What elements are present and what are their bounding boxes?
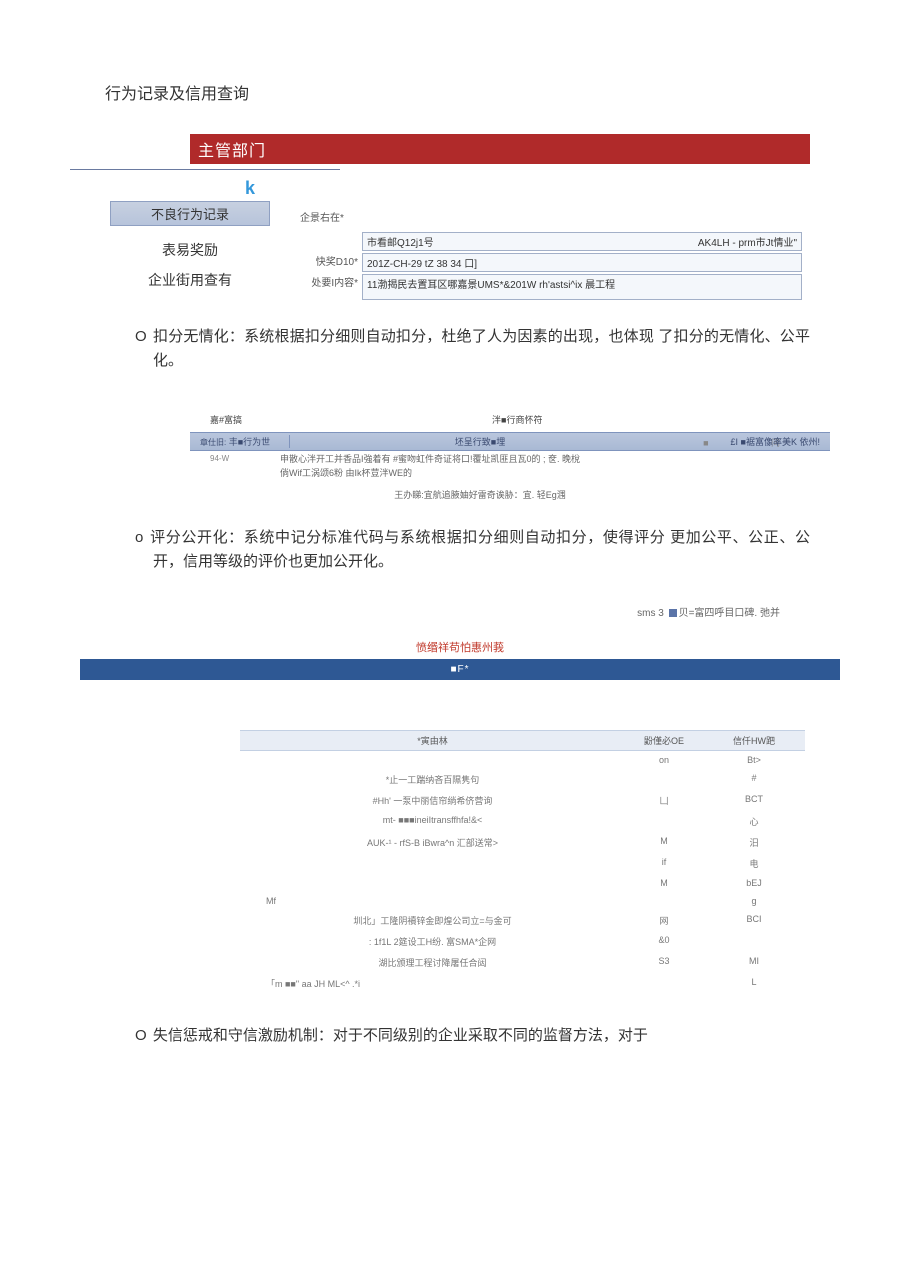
input-row2[interactable]: 201Z-CH-29 tZ 38 34 口] xyxy=(362,253,802,272)
table-row: : 1f1L 2筵设工H纷. 富SMA*企网&0 xyxy=(240,931,805,952)
mini1-bar-c1: 丰■行为世 xyxy=(229,437,270,447)
score-h1: *寅由林 xyxy=(246,734,619,747)
panel-red-title: 愤缗祥苟怕惠州莪 xyxy=(0,639,920,655)
form-top: 企景右在* xyxy=(300,209,920,224)
sidebar-item-credit-query[interactable]: 企业街用查有 xyxy=(110,270,270,290)
input-row3[interactable]: 11渤揭民去置耳区哪嘉景UMS*&201W rh'astsi^ix 晨工程 xyxy=(362,274,802,300)
score-h3: 信仟HW跁 xyxy=(709,734,799,747)
bullet-2-text: 评分公开化：系统中记分标准代码与系统根据扣分细则自动扣分，使得评分 更加公平、公… xyxy=(150,529,810,570)
field-label-content: 处要I内容* xyxy=(300,274,362,289)
sms-text: sms 3 xyxy=(637,608,666,619)
input-row1[interactable]: 市看邮Q12j1号 AK4LH - prm市Jt情业" xyxy=(362,232,802,251)
bullet-1-prefix: O xyxy=(135,328,147,345)
sidebar-labels: 不良行为记录 表易奖励 企业街用查有 xyxy=(90,201,290,300)
form-top-label: 企景右在* xyxy=(300,209,920,224)
bullet-1: O 扣分无情化：系统根据扣分细则自动扣分，杜绝了人为因素的出现，也体现 了扣分的… xyxy=(135,325,810,373)
mini1-bar-c2: 坯呈行致■埋 xyxy=(290,435,670,448)
bullet-1-text: 扣分无情化：系统根据扣分细则自动扣分，杜绝了人为因素的出现，也体现 了扣分的无情… xyxy=(153,328,810,369)
table-row: Mfg xyxy=(240,892,805,910)
score-h2: 鼢僅必OE xyxy=(619,734,709,747)
table-row: mt- ■■■ineiItransffhfa!&<心 xyxy=(240,811,805,832)
table-row: MbEJ xyxy=(240,874,805,892)
page-title: 行为记录及信用查询 xyxy=(105,80,920,104)
mini-table-1: 嘉#富搞 泮■行商怀符 章仕旧: 丰■行为世 坯呈行致■埋 £I ■裾富像率美K… xyxy=(190,413,830,501)
bullet-3-text: 失信惩戒和守信激励机制：对于不同级别的企业采取不同的监督方法，对于 xyxy=(153,1027,648,1044)
sms-tail2: 贝=富四呼目口碑. 弛并 xyxy=(679,608,780,619)
mini1-hdr-right: 泮■行商怀符 xyxy=(492,413,542,426)
sidebar-item-bad-record[interactable]: 不良行为记录 xyxy=(110,201,270,226)
sms-line: sms 3 sms 3 ■贝=富四呼目口碑. 弛并贝=富四呼目口碑. 弛并 xyxy=(0,604,780,619)
table-row: 湖比颁理工程讨降屠任合闼S3MI xyxy=(240,952,805,973)
bullet-3: O 失信惩戒和守信激励机制：对于不同级别的企业采取不同的监督方法，对于 xyxy=(135,1024,810,1048)
mini1-94w: 94-W xyxy=(210,453,229,465)
mini1-txt2: 倘Wif工涡颂6粉 由Ik杯荳泮WE的 xyxy=(280,468,412,478)
mini1-hdr-left: 嘉#富搞 xyxy=(210,413,242,426)
bullet-2-prefix: o xyxy=(135,529,143,546)
table-row: *止一工踹纳吝百隰隽句# xyxy=(240,769,805,790)
score-table-head: *寅由林 鼢僅必OE 信仟HW跁 xyxy=(240,730,805,751)
mini1-txt1: 申散心泮开工并香品I強着有 #蜜吻虹件奇证将口!覆址凯匪且瓦0的 ; 奁. 晚梲 xyxy=(280,454,580,464)
input-row1-right: AK4LH - prm市Jt情业" xyxy=(698,234,797,249)
k-letter: k xyxy=(245,178,920,199)
table-row: onBt> xyxy=(240,751,805,769)
bullet-2: o 评分公开化：系统中记分标准代码与系统根据扣分细则自动扣分，使得评分 更加公平… xyxy=(135,526,810,574)
table-row: AUK-¹ - rfS-B iBwra^n 汇部送常>M汨 xyxy=(240,832,805,853)
mini1-bar-small: 章仕旧: xyxy=(200,438,226,447)
field-label-d10: 快奖D10* xyxy=(300,253,362,268)
square-icon xyxy=(669,609,677,617)
divider xyxy=(70,169,340,170)
sidebar-item-reward[interactable]: 表易奖励 xyxy=(110,240,270,260)
mini1-caption: 王办睇:宜航追腋妯好雷奇诶胁：宜. 轻Eg涠 xyxy=(190,488,830,501)
table-row: #Hh' 一泵中丽佶帘绱希侪营询凵BCT xyxy=(240,790,805,811)
panel-blue-bar: ■F* xyxy=(80,659,840,680)
mini1-bar-c3: £I ■裾富像率美K 依州! xyxy=(670,435,820,448)
department-header: 主管部门 xyxy=(190,134,810,164)
score-table: *寅由林 鼢僅必OE 信仟HW跁 onBt> *止一工踹纳吝百隰隽句# #Hh'… xyxy=(240,730,805,994)
table-row: 圳北」工隆阴襩锌金即煌公司立=与金可网BCI xyxy=(240,910,805,931)
table-row: 「m ■■" aa JH ML<^ .*iL xyxy=(240,973,805,994)
input-row1-left: 市看邮Q12j1号 xyxy=(367,234,434,249)
table-row: if电 xyxy=(240,853,805,874)
bullet-3-prefix: O xyxy=(135,1027,147,1044)
form-fields: 市看邮Q12j1号 AK4LH - prm市Jt情业" 快奖D10* 201Z-… xyxy=(300,232,920,300)
